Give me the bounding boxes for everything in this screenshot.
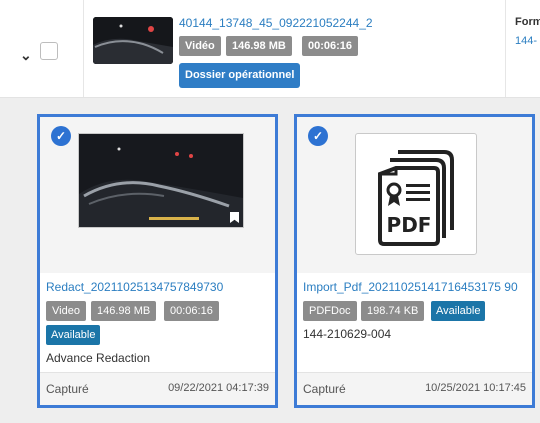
duration-badge: 00:06:16 [302, 36, 359, 56]
dossier-operationnel-button[interactable]: Dossier opérationnel [179, 63, 301, 88]
captured-date: 10/25/2021 10:17:45 [425, 382, 526, 394]
case-number: 144-210629-004 [303, 327, 392, 341]
captured-label: Capturé [303, 382, 346, 396]
table-row[interactable]: ⌄ 40144_13748_45_092221052244_2 Vidéo 14… [0, 0, 540, 98]
card-preview [40, 117, 275, 273]
column-divider [83, 0, 84, 97]
card-footer: Capturé 09/22/2021 04:17:39 [40, 372, 275, 405]
column-header-label: Form [515, 16, 540, 28]
column-divider [505, 0, 506, 97]
type-badge: Video [46, 301, 86, 321]
card-note: Advance Redaction [46, 351, 151, 365]
size-badge: 198.74 KB [361, 301, 425, 321]
svg-text:PDF: PDF [387, 213, 432, 237]
case-number-link[interactable]: 144- [515, 35, 537, 47]
row-checkbox[interactable] [40, 42, 58, 60]
card-footer: Capturé 10/25/2021 10:17:45 [297, 372, 532, 405]
captured-label: Capturé [46, 382, 89, 396]
pdf-document-preview[interactable]: PDF [355, 133, 477, 255]
type-badge: Vidéo [179, 36, 221, 56]
pdf-file-icon: PDF [378, 150, 454, 246]
selected-check-icon[interactable]: ✓ [51, 126, 71, 146]
card-title-link[interactable]: Import_Pdf_20211025141716453175 90 [303, 280, 518, 294]
expand-chevron-icon[interactable]: ⌄ [20, 47, 32, 64]
video-thumbnail[interactable] [93, 17, 173, 64]
media-card[interactable]: ✓ Redact_20211025134757849730 Video 146.… [37, 114, 278, 408]
type-badge: PDFDoc [303, 301, 357, 321]
status-badge: Available [431, 301, 486, 321]
row-title-link[interactable]: 40144_13748_45_092221052244_2 [179, 16, 373, 30]
selected-check-icon[interactable]: ✓ [308, 126, 328, 146]
captured-date: 09/22/2021 04:17:39 [168, 382, 269, 394]
status-badge: Available [46, 325, 101, 345]
size-badge: 146.98 MB [91, 301, 157, 321]
duration-badge: 00:06:16 [164, 301, 219, 321]
video-preview[interactable] [78, 133, 244, 228]
media-card[interactable]: PDF ✓ Import_Pdf_20211025141716453175 90… [294, 114, 535, 408]
card-title-link[interactable]: Redact_20211025134757849730 [46, 280, 223, 294]
size-badge: 146.98 MB [226, 36, 292, 56]
card-preview: PDF [297, 117, 532, 273]
